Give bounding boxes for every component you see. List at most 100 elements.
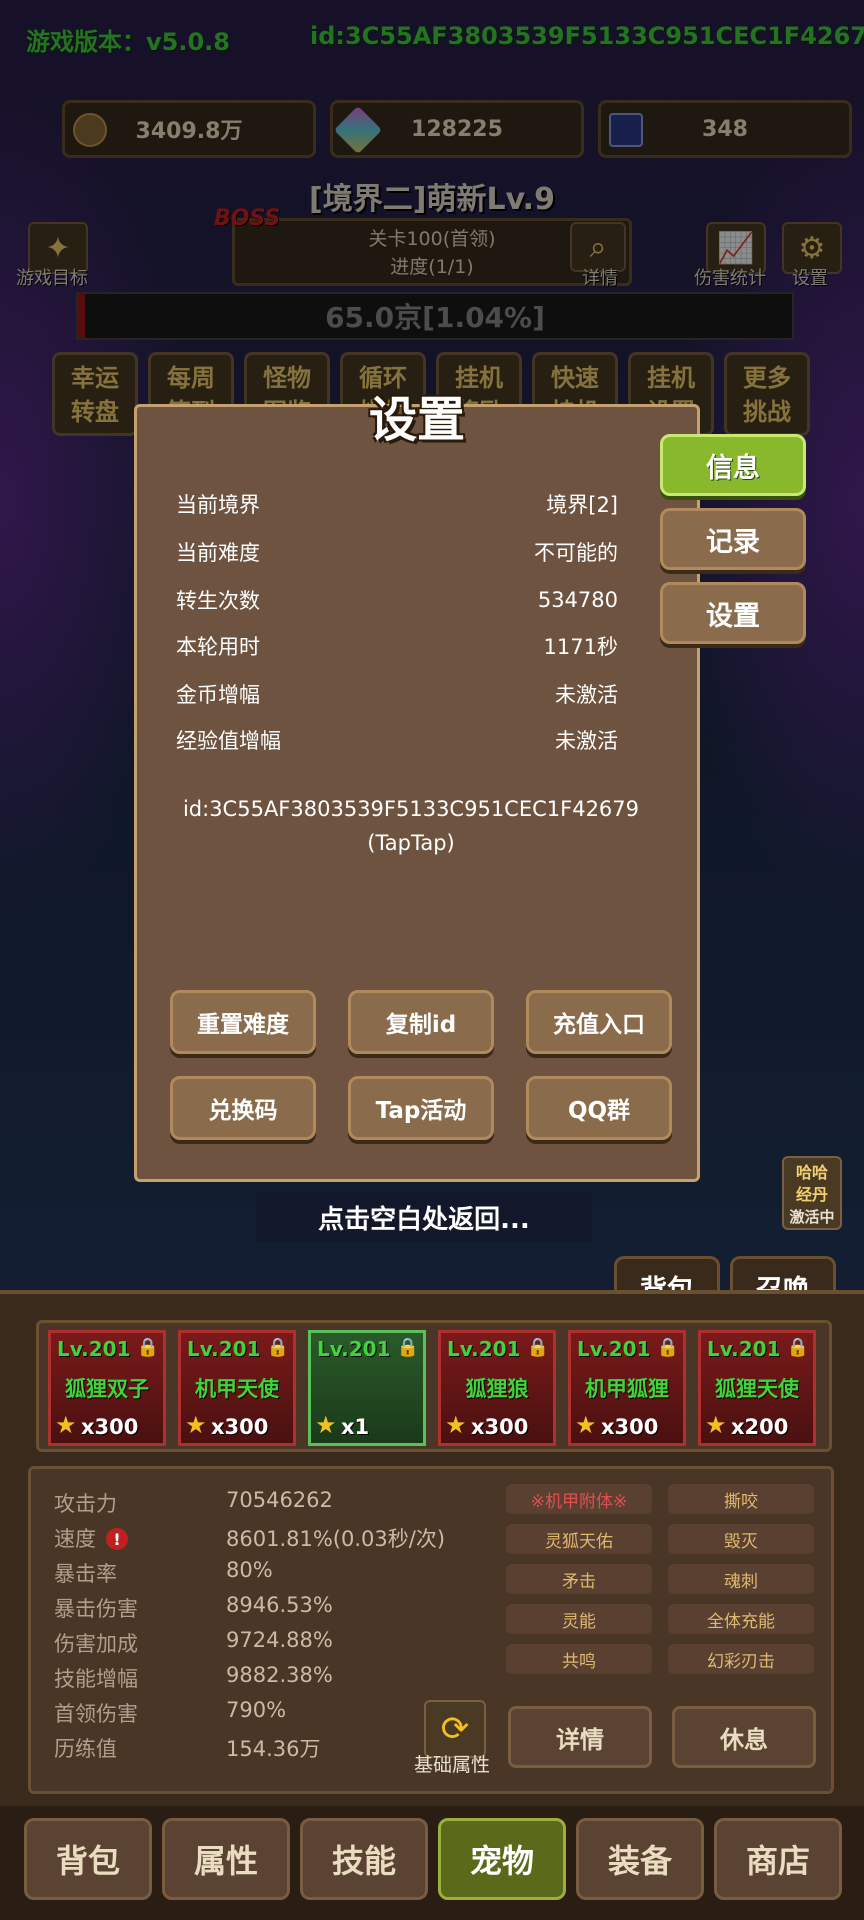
stat-label: 首领伤害 bbox=[54, 1702, 138, 1726]
star-icon: ★ bbox=[575, 1411, 597, 1439]
pet-count: x200 bbox=[731, 1415, 789, 1439]
skill-tag[interactable]: 毁灭 bbox=[668, 1524, 814, 1554]
stat-value: 8601.81%(0.03秒/次) bbox=[226, 1527, 446, 1551]
pet-name: 狐狸双子 bbox=[65, 1377, 149, 1401]
skill-tag[interactable]: 矛击 bbox=[506, 1564, 652, 1594]
info-row-rebirths: 转生次数 534780 bbox=[176, 580, 618, 620]
info-label: 当前难度 bbox=[176, 541, 260, 565]
star-icon: ★ bbox=[185, 1411, 207, 1439]
stat-value: 80% bbox=[226, 1558, 273, 1582]
qq-group-button[interactable]: QQ群 bbox=[526, 1076, 672, 1140]
pet-name: 机甲天使 bbox=[195, 1377, 279, 1401]
pet-level: Lv.201 bbox=[447, 1337, 521, 1361]
dialog-title: 设置 bbox=[368, 392, 465, 448]
stat-row: 技能增幅 9882.38% bbox=[54, 1663, 474, 1698]
skill-tag[interactable]: 灵能 bbox=[506, 1604, 652, 1634]
stat-label: 暴击伤害 bbox=[54, 1597, 138, 1621]
pet-rest-button[interactable]: 休息 bbox=[672, 1706, 816, 1768]
star-icon: ★ bbox=[315, 1411, 337, 1439]
stat-row: 首领伤害 790% bbox=[54, 1698, 474, 1733]
pet-level: Lv.201 bbox=[577, 1337, 651, 1361]
star-icon: ★ bbox=[55, 1411, 77, 1439]
pet-card[interactable]: Lv.201 🔒 狐狸双子 ★ x300 bbox=[48, 1330, 166, 1446]
recharge-button[interactable]: 充值入口 bbox=[526, 990, 672, 1054]
warning-icon[interactable]: ! bbox=[106, 1528, 128, 1550]
tab-settings[interactable]: 设置 bbox=[660, 582, 806, 644]
info-value: 未激活 bbox=[555, 683, 618, 707]
skill-tag[interactable]: 撕咬 bbox=[668, 1484, 814, 1514]
stat-label: 速度 bbox=[54, 1527, 96, 1551]
skill-tag[interactable]: 共鸣 bbox=[506, 1644, 652, 1674]
copy-id-button[interactable]: 复制id bbox=[348, 990, 494, 1054]
lock-icon: 🔒 bbox=[396, 1337, 419, 1358]
lock-icon: 🔒 bbox=[786, 1337, 809, 1358]
info-row-difficulty: 当前难度 不可能的 bbox=[176, 532, 618, 572]
skill-tag[interactable]: 魂刺 bbox=[668, 1564, 814, 1594]
stat-label: 技能增幅 bbox=[54, 1667, 138, 1691]
star-icon: ★ bbox=[445, 1411, 467, 1439]
nav-tab[interactable]: 商店 bbox=[714, 1818, 842, 1900]
stat-value: 154.36万 bbox=[226, 1737, 321, 1761]
lock-icon: 🔒 bbox=[656, 1337, 679, 1358]
nav-tab[interactable]: 装备 bbox=[576, 1818, 704, 1900]
info-label: 本轮用时 bbox=[176, 635, 260, 659]
return-hint: 点击空白处返回... bbox=[256, 1192, 592, 1242]
pet-count: x300 bbox=[211, 1415, 269, 1439]
lock-icon: 🔒 bbox=[266, 1337, 289, 1358]
nav-tab[interactable]: 背包 bbox=[24, 1818, 152, 1900]
info-value: 1171秒 bbox=[543, 635, 618, 659]
info-label: 经验值增幅 bbox=[176, 729, 281, 753]
info-value: 境界[2] bbox=[546, 493, 618, 517]
info-value: 不可能的 bbox=[534, 541, 618, 565]
nav-tab[interactable]: 技能 bbox=[300, 1818, 428, 1900]
skill-tag[interactable]: 幻彩刃击 bbox=[668, 1644, 814, 1674]
pet-count: x300 bbox=[81, 1415, 139, 1439]
stat-row: 历练值 154.36万 bbox=[54, 1733, 474, 1768]
stat-label: 暴击率 bbox=[54, 1562, 117, 1586]
stat-row: 攻击力 70546262 bbox=[54, 1488, 474, 1523]
star-icon: ★ bbox=[705, 1411, 727, 1439]
badge-status: 激活中 bbox=[789, 1208, 835, 1226]
pet-detail-button[interactable]: 详情 bbox=[508, 1706, 652, 1768]
pet-level: Lv.201 bbox=[57, 1337, 131, 1361]
stat-label: 伤害加成 bbox=[54, 1632, 138, 1656]
lock-icon: 🔒 bbox=[136, 1337, 159, 1358]
reset-difficulty-button[interactable]: 重置难度 bbox=[170, 990, 316, 1054]
info-row-realm: 当前境界 境界[2] bbox=[176, 484, 618, 524]
base-attr-label: 基础属性 bbox=[414, 1754, 491, 1776]
stat-label: 攻击力 bbox=[54, 1492, 117, 1516]
tap-event-button[interactable]: Tap活动 bbox=[348, 1076, 494, 1140]
pet-name: 机甲狐狸 bbox=[585, 1377, 669, 1401]
pet-level: Lv.201 bbox=[187, 1337, 261, 1361]
pet-card[interactable]: Lv.201 🔒 机甲狐狸 ★ x300 bbox=[568, 1330, 686, 1446]
info-label: 当前境界 bbox=[176, 493, 260, 517]
pet-name: 狐狸天使 bbox=[715, 1377, 799, 1401]
pet-level: Lv.201 bbox=[707, 1337, 781, 1361]
info-label: 转生次数 bbox=[176, 589, 260, 613]
pet-card[interactable]: Lv.201 🔒 ★ x1 bbox=[308, 1330, 426, 1446]
pet-count: x300 bbox=[471, 1415, 529, 1439]
pet-count: x300 bbox=[601, 1415, 659, 1439]
info-label: 金币增幅 bbox=[176, 683, 260, 707]
pet-card[interactable]: Lv.201 🔒 狐狸狼 ★ x300 bbox=[438, 1330, 556, 1446]
nav-tab[interactable]: 宠物 bbox=[438, 1818, 566, 1900]
tab-info[interactable]: 信息 bbox=[660, 434, 806, 496]
stat-row: 暴击率 80% bbox=[54, 1558, 474, 1593]
stat-value: 9724.88% bbox=[226, 1628, 333, 1652]
pet-card[interactable]: Lv.201 🔒 狐狸天使 ★ x200 bbox=[698, 1330, 816, 1446]
nav-tab[interactable]: 属性 bbox=[162, 1818, 290, 1900]
stat-row: 暴击伤害 8946.53% bbox=[54, 1593, 474, 1628]
redeem-code-button[interactable]: 兑换码 bbox=[170, 1076, 316, 1140]
skill-tag[interactable]: 灵狐天佑 bbox=[506, 1524, 652, 1554]
exp-pill-badge[interactable]: 哈哈 经丹 激活中 bbox=[782, 1156, 842, 1230]
skill-tag[interactable]: ※机甲附体※ bbox=[506, 1484, 652, 1514]
pet-card[interactable]: Lv.201 🔒 机甲天使 ★ x300 bbox=[178, 1330, 296, 1446]
badge-line2: 经丹 bbox=[795, 1185, 828, 1204]
stat-value: 9882.38% bbox=[226, 1663, 333, 1687]
tab-records[interactable]: 记录 bbox=[660, 508, 806, 570]
stat-value: 70546262 bbox=[226, 1488, 333, 1512]
skill-tag[interactable]: 全体充能 bbox=[668, 1604, 814, 1634]
pet-level: Lv.201 bbox=[317, 1337, 391, 1361]
info-row-gold-boost: 金币增幅 未激活 bbox=[176, 674, 618, 714]
badge-line1: 哈哈 bbox=[795, 1163, 828, 1182]
